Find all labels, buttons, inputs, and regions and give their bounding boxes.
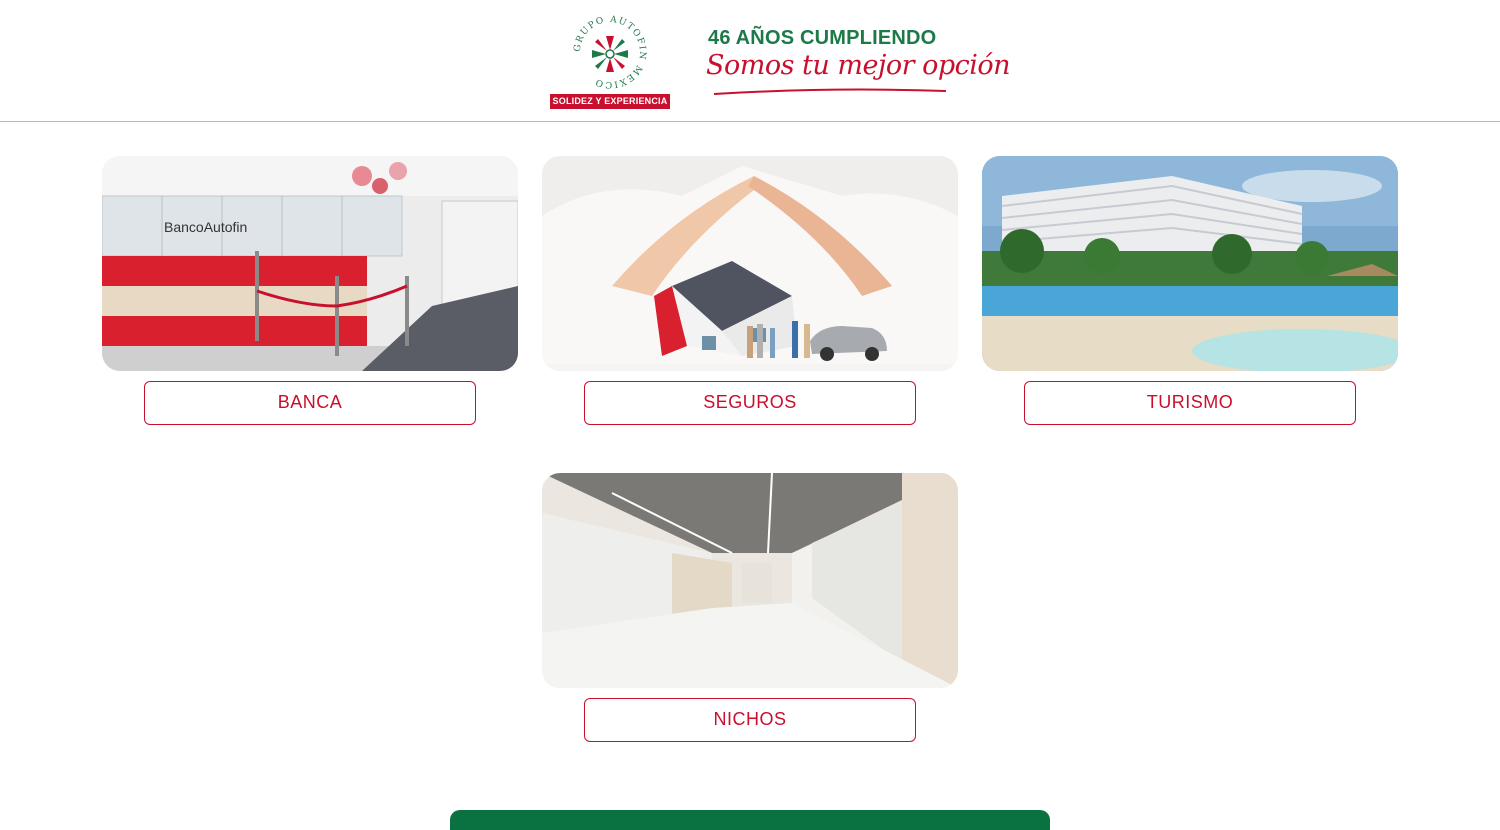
bank-branch-photo[interactable]: BancoAutofin bbox=[102, 156, 518, 371]
site-header: GRUPO AUTOFIN MEXICO SOLIDEZ Y EXPERIENC… bbox=[0, 0, 1500, 122]
footer-green-bar bbox=[450, 810, 1050, 830]
nichos-button[interactable]: NICHOS bbox=[584, 698, 916, 742]
turismo-button[interactable]: TURISMO bbox=[1024, 381, 1356, 425]
seguros-button[interactable]: SEGUROS bbox=[584, 381, 916, 425]
grupo-autofin-logo[interactable]: GRUPO AUTOFIN MEXICO SOLIDEZ Y EXPERIENC… bbox=[550, 10, 670, 110]
anniversary-heading: 46 AÑOS CUMPLIENDO bbox=[708, 27, 937, 49]
slogan-text: Somos tu mejor opción bbox=[706, 50, 1011, 81]
logo-emblem-icon: GRUPO AUTOFIN MEXICO bbox=[573, 15, 646, 90]
slogan-underline-icon bbox=[713, 88, 947, 95]
resort-hotel-photo[interactable] bbox=[982, 156, 1398, 371]
columbarium-niches-photo[interactable] bbox=[542, 473, 958, 688]
bank-sign-text: BancoAutofin bbox=[164, 219, 247, 235]
insurance-house-hands-photo[interactable] bbox=[542, 156, 958, 371]
banca-button[interactable]: BANCA bbox=[144, 381, 476, 425]
logo-tagline: SOLIDEZ Y EXPERIENCIA bbox=[550, 94, 670, 109]
